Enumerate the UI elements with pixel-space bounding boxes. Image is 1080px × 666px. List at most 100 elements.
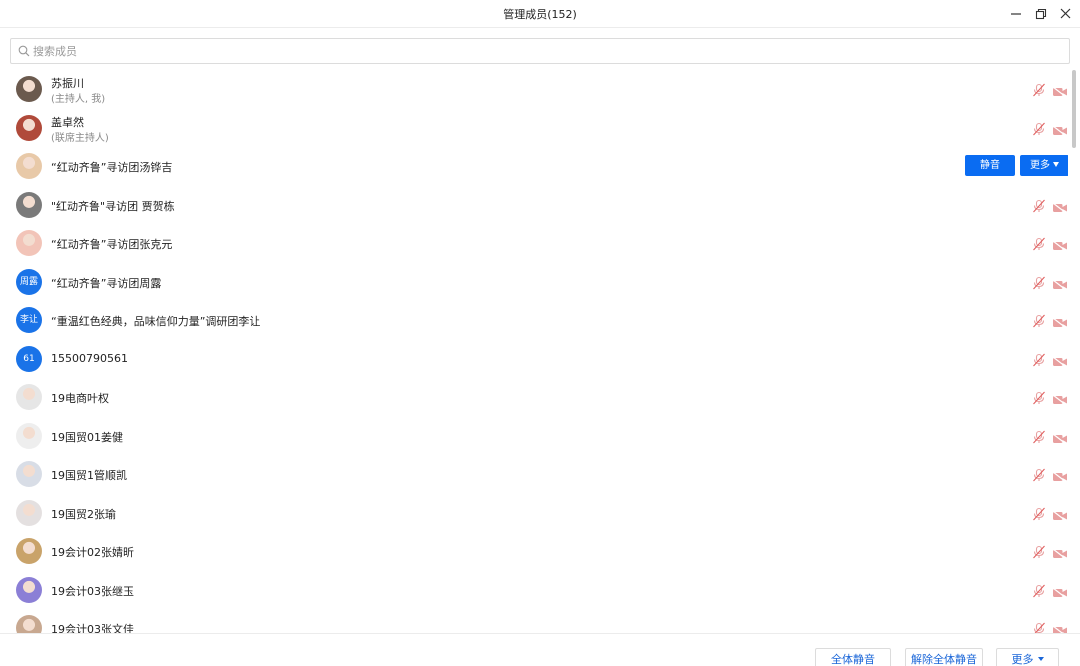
member-name: "红动齐鲁"寻访团 贾贺栋 (51, 199, 175, 213)
camera-off-icon[interactable] (1052, 276, 1068, 290)
scrollbar[interactable] (1071, 70, 1077, 630)
restore-button[interactable] (1030, 3, 1052, 25)
member-row[interactable]: 苏振川 (主持人, 我) (0, 70, 1068, 109)
member-name: “重温红色经典，品味信仰力量”调研团李让 (51, 315, 261, 328)
member-avatar: 61 (16, 345, 42, 372)
footer: 全体静音 解除全体静音 更多 (0, 633, 1080, 666)
member-avatar (16, 615, 42, 633)
camera-off-icon[interactable] (1052, 545, 1068, 560)
member-row[interactable]: 19会计02张婧昕 (0, 532, 1068, 571)
camera-off-icon[interactable] (1052, 430, 1068, 444)
mic-muted-icon[interactable] (1032, 236, 1046, 251)
mic-muted-icon[interactable] (1032, 390, 1046, 405)
manage-members-window: 管理成员(152) 苏振川 (主持人, 我) 盖卓然 (联席主持人) “红动齐鲁”寻访团… (0, 0, 1080, 666)
member-row[interactable]: 盖卓然 (联席主持人) (0, 109, 1068, 148)
member-name: 19国贸2张瑜 (51, 507, 116, 521)
member-name: “红动齐鲁”寻访团汤铧吉 (51, 161, 173, 174)
mic-muted-icon[interactable] (1032, 621, 1046, 633)
member-name: 19会计02张婧昕 (51, 546, 134, 559)
member-name: 苏振川 (51, 77, 84, 90)
footer-more-label: 更多 (1011, 653, 1034, 666)
member-name: 19电商叶权 (51, 392, 109, 405)
member-avatar (16, 76, 42, 102)
mic-muted-icon[interactable] (1032, 82, 1046, 97)
camera-off-icon[interactable] (1052, 622, 1068, 633)
camera-off-icon[interactable] (1052, 83, 1068, 98)
member-row[interactable]: “红动齐鲁”寻访团张克元 (0, 224, 1068, 263)
camera-off-icon[interactable] (1052, 199, 1068, 213)
mic-muted-icon[interactable] (1032, 313, 1046, 328)
member-role: (主持人, 我) (51, 94, 106, 105)
member-role: (联席主持人) (51, 132, 109, 144)
mic-muted-icon[interactable] (1032, 506, 1046, 520)
member-row[interactable]: 19电商叶权 (0, 378, 1068, 417)
member-avatar: 李让 (16, 307, 42, 333)
member-list: 苏振川 (主持人, 我) 盖卓然 (联席主持人) “红动齐鲁”寻访团汤铧吉 静音 更多 "红动… (0, 70, 1068, 633)
mic-muted-icon[interactable] (1032, 583, 1046, 597)
member-name: 盖卓然 (51, 115, 84, 129)
member-name: 19会计03张继玉 (51, 584, 134, 598)
member-avatar (16, 191, 42, 218)
mute-member-button[interactable]: 静音 (965, 155, 1015, 176)
caret-down-icon (1053, 161, 1059, 167)
member-row[interactable]: 周露 “红动齐鲁”寻访团周露 (0, 263, 1068, 302)
camera-off-icon[interactable] (1052, 314, 1068, 329)
camera-off-icon[interactable] (1052, 584, 1068, 598)
camera-off-icon[interactable] (1052, 122, 1068, 136)
mic-muted-icon[interactable] (1032, 429, 1046, 443)
member-name: “红动齐鲁”寻访团周露 (51, 276, 162, 290)
member-row[interactable]: 19会计03张继玉 (0, 571, 1068, 610)
member-name: 19国贸1管顺凯 (51, 469, 127, 482)
member-avatar (16, 384, 42, 410)
member-row[interactable]: 19会计03张文佳 (0, 609, 1068, 633)
mic-muted-icon[interactable] (1032, 352, 1046, 366)
title-bar: 管理成员(152) (0, 0, 1080, 28)
mute-all-label: 全体静音 (831, 653, 875, 666)
member-name: 19会计03张文佳 (51, 623, 134, 633)
close-icon (1060, 8, 1071, 19)
minimize-icon (1011, 13, 1021, 15)
scroll-thumb[interactable] (1072, 70, 1076, 148)
caret-down-icon (1037, 657, 1044, 661)
member-row[interactable]: "红动齐鲁"寻访团 贾贺栋 (0, 186, 1068, 225)
search-icon (18, 45, 30, 57)
camera-off-icon[interactable] (1052, 237, 1068, 252)
member-row[interactable]: 19国贸01姜健 (0, 417, 1068, 456)
camera-off-icon[interactable] (1052, 353, 1068, 367)
member-more-button[interactable]: 更多 (1020, 155, 1068, 176)
window-title: 管理成员(152) (503, 8, 577, 21)
member-avatar (16, 576, 42, 603)
mic-muted-icon[interactable] (1032, 544, 1046, 559)
member-avatar (16, 114, 42, 141)
search-box[interactable] (10, 38, 1070, 64)
camera-off-icon[interactable] (1052, 507, 1068, 521)
member-avatar (16, 153, 42, 179)
member-name: “红动齐鲁”寻访团张克元 (51, 238, 173, 251)
member-more-label: 更多 (1030, 160, 1050, 171)
member-avatar (16, 538, 42, 564)
member-avatar (16, 230, 42, 256)
mic-muted-icon[interactable] (1032, 198, 1046, 212)
search-input[interactable] (33, 39, 1063, 63)
mute-all-button[interactable]: 全体静音 (815, 648, 891, 666)
restore-icon (1035, 8, 1047, 20)
minimize-button[interactable] (1005, 3, 1027, 25)
member-avatar (16, 422, 42, 449)
mic-muted-icon[interactable] (1032, 121, 1046, 135)
member-name: 19国贸01姜健 (51, 430, 123, 444)
camera-off-icon[interactable] (1052, 468, 1068, 483)
member-name: 15500790561 (51, 351, 128, 365)
mic-muted-icon[interactable] (1032, 275, 1046, 289)
mic-muted-icon[interactable] (1032, 467, 1046, 482)
member-row[interactable]: 李让 “重温红色经典，品味信仰力量”调研团李让 (0, 301, 1068, 340)
member-avatar (16, 461, 42, 487)
member-row[interactable]: 19国贸2张瑜 (0, 494, 1068, 533)
unmute-all-button[interactable]: 解除全体静音 (905, 648, 983, 666)
camera-off-icon[interactable] (1052, 391, 1068, 406)
close-button[interactable] (1055, 3, 1077, 25)
member-row[interactable]: 61 15500790561 (0, 340, 1068, 379)
member-avatar (16, 499, 42, 526)
member-row[interactable]: “红动齐鲁”寻访团汤铧吉 静音 更多 (0, 147, 1068, 186)
footer-more-button[interactable]: 更多 (996, 648, 1059, 666)
member-row[interactable]: 19国贸1管顺凯 (0, 455, 1068, 494)
